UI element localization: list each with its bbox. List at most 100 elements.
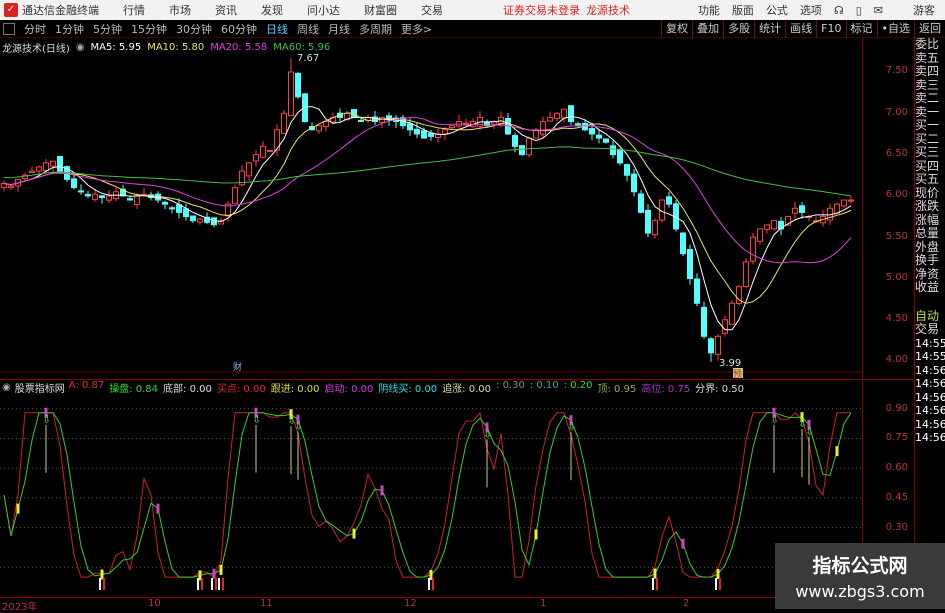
ma20-line	[3, 117, 852, 264]
bottom-signal-red	[719, 578, 721, 590]
candle-up	[36, 166, 42, 172]
quote-label: 买四	[915, 158, 940, 173]
candle-down	[799, 205, 805, 213]
bottom-signal-white	[715, 578, 717, 590]
indicator-value: A: 0.87	[68, 380, 105, 391]
signal-bar	[681, 538, 685, 549]
price-tick: 6.50	[885, 148, 908, 159]
candle-down	[589, 128, 595, 135]
indicator-value: 高位: 0.75	[641, 384, 691, 395]
indicator-value: : 0.10	[529, 380, 559, 391]
candle-up	[652, 220, 658, 236]
candle-down	[687, 249, 693, 279]
quote-label: 涨幅	[915, 212, 940, 227]
indicator-value: 分界: 0.50	[695, 384, 744, 395]
trade-time: 14:55	[915, 350, 945, 363]
candle-up	[771, 220, 777, 230]
candle-up	[729, 302, 735, 325]
candle-down	[71, 178, 77, 189]
candle-up	[316, 125, 322, 132]
quote-label: 收益	[915, 280, 940, 294]
quote-label: 总量	[915, 226, 940, 240]
indicator-value: : 0.30	[496, 380, 525, 391]
signal-bar	[219, 564, 223, 575]
candle-up	[449, 125, 455, 129]
indicator-header: ◉ 股票指标网 A: 0.87 操盘: 0.84 底部: 0.00 买点: 0.00 跟…	[0, 379, 862, 395]
candle-down	[85, 193, 91, 197]
candle-up	[792, 207, 798, 214]
candle-down	[638, 193, 644, 213]
trade-time: 14:56	[915, 431, 945, 444]
indicator-tick: 0.30	[885, 522, 908, 533]
bottom-signal-white	[652, 578, 654, 590]
candle-down	[666, 196, 672, 205]
candle-down	[99, 195, 105, 199]
bottom-signal-red	[222, 578, 224, 590]
candle-down	[414, 128, 420, 135]
indicator-value: 顶: 0.95	[597, 384, 637, 395]
candle-up	[526, 137, 532, 156]
quote-label: 现价	[915, 185, 940, 200]
candle-up	[554, 112, 560, 119]
date-axis: 2023年 10 11 12 1 2	[0, 597, 862, 613]
price-tick: 5.50	[885, 231, 908, 242]
sell-arrow-icon: ⇩	[252, 413, 261, 426]
high-label: 7.67	[297, 53, 319, 64]
signal-bar	[212, 568, 216, 579]
candle-down	[617, 149, 623, 164]
quote-label: 外盘	[915, 239, 940, 254]
candle-down	[190, 215, 196, 222]
indicator-value: 阴线买: 0.00	[378, 384, 438, 395]
candle-down	[596, 134, 602, 139]
indicator-tick: 0.45	[885, 492, 908, 503]
ma10-line	[3, 112, 852, 304]
candle-down	[701, 306, 707, 337]
quote-label: 买三	[915, 145, 940, 159]
back-button[interactable]: 返回	[914, 20, 945, 38]
bottom-signal-red	[103, 578, 105, 590]
candle-down	[624, 164, 630, 176]
candle-up	[134, 195, 140, 206]
user-label[interactable]: 游客	[913, 2, 935, 18]
candle-up	[253, 154, 259, 162]
candle-up	[232, 187, 238, 204]
quote-label: 涨跌	[915, 199, 940, 213]
candle-up	[92, 193, 98, 200]
indicator-value: 追涨: 0.00	[442, 384, 492, 395]
signal-bar	[16, 503, 20, 514]
trade-time: 14:56	[915, 404, 945, 417]
quote-label: 买五	[915, 172, 940, 186]
signal-bar	[835, 446, 839, 457]
quote-label: 卖二	[915, 91, 940, 105]
candle-up	[841, 199, 847, 207]
candle-down	[694, 278, 700, 304]
candle-down	[421, 130, 427, 139]
candle-up	[8, 185, 14, 188]
candle-down	[512, 134, 518, 147]
candle-down	[568, 105, 574, 123]
indicator-value: : 0.20	[563, 380, 593, 391]
indicator-settings-icon[interactable]: ◉	[2, 382, 11, 393]
watchlist-button[interactable]: •自选	[876, 20, 915, 38]
candle-up	[106, 195, 112, 201]
bottom-signal-white	[99, 578, 101, 590]
candle-up	[50, 160, 56, 167]
indicator-value: 跟进: 0.00	[270, 384, 320, 395]
candle-up	[722, 319, 728, 334]
message-icon[interactable]: ✉	[874, 4, 883, 17]
quote-label: 买一	[915, 118, 940, 132]
signal-bar	[716, 569, 720, 580]
candle-down	[680, 232, 686, 255]
trade-time: 14:56	[915, 363, 945, 377]
indicator-value: 底部: 0.00	[163, 384, 212, 395]
indicator-name: 股票指标网	[14, 384, 65, 395]
signal-bar	[380, 485, 384, 496]
candle-up	[260, 145, 266, 158]
price-chart[interactable]: 7.673.99财预⇩ ⇩ ⇩⇩⇩⇩⇩ ⇩⇩	[0, 0, 862, 597]
signal-bar	[534, 529, 538, 540]
candle-up	[750, 236, 756, 262]
signal-bar	[100, 569, 104, 580]
indicator-tick: 0.60	[885, 462, 908, 473]
sell-arrow-icon: ⇩	[805, 425, 814, 438]
price-axis: 7.50 7.00 6.50 6.00 5.50 5.00 4.50 4.00	[862, 38, 915, 379]
